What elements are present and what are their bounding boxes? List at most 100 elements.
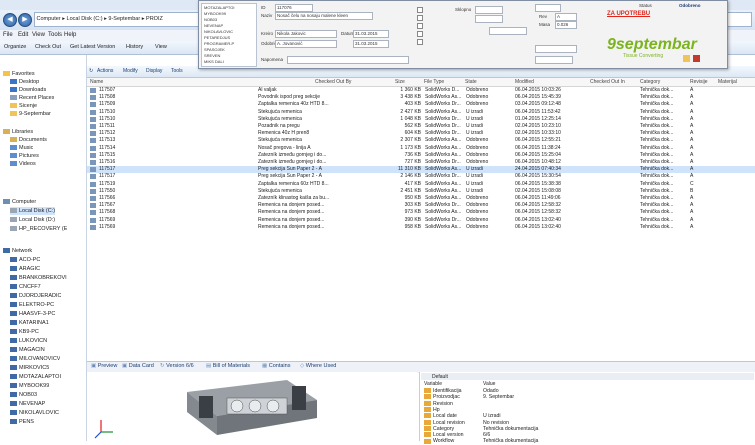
menu-view[interactable]: View [32,31,45,40]
props-tab-default[interactable]: Default [432,374,448,380]
network-computer-item[interactable]: MYBOOK99 [10,382,49,390]
nav-item[interactable]: 9-Septembar [10,110,51,118]
table-row[interactable]: 117569 Remenica na donjem posed... 958 KB S… [87,224,755,231]
menu-edit[interactable]: Edit [18,31,28,40]
col-checked-out-by[interactable]: Checked Out By [315,78,351,86]
network-computer-item[interactable]: CNCFF7 [10,283,41,291]
table-row[interactable]: 117516 Zatezník između gornjeg i do... 727… [87,159,755,166]
network-computer-item[interactable]: BRANKOBREKOVI [10,274,67,282]
menu-tools[interactable]: Tools [48,31,62,40]
kreiro-field[interactable]: Nikola Jakovic [275,30,337,38]
col-name[interactable]: Name [90,78,103,86]
dropdown[interactable] [489,27,527,35]
nav-item[interactable]: Recent Places [10,94,54,102]
table-row[interactable]: 117507 Al valjak 1 360 KB SolidWorks D... Od… [87,87,755,94]
nav-network[interactable]: Network [3,247,32,255]
menu-help[interactable]: Help [64,31,76,40]
nav-libraries[interactable]: Libraries [3,128,33,136]
breadcrumb[interactable]: Computer ▸ Local Disk (C:) ▸ 9-Septembar… [34,12,204,27]
table-row[interactable]: 117510 Štekujuća remenica 1 048 KB SolidWor… [87,116,755,123]
table-row[interactable]: 117567 Remenica na donjem posed... 303 KB S… [87,202,755,209]
get-latest-button[interactable]: Get Latest Version [70,43,115,52]
breadcrumb-item[interactable]: Local Disk (C:) [67,16,103,22]
table-row[interactable]: 117569 Remenica na donjem posed... 390 KB S… [87,217,755,224]
col-revisije[interactable]: Revisije [690,78,708,86]
checkbox[interactable] [417,7,423,13]
breadcrumb-item[interactable]: Computer [37,16,61,22]
network-computer-item[interactable]: MAGACIN [10,346,45,354]
table-row[interactable]: 117568 Remenica na donjem posed... 973 KB S… [87,209,755,216]
tree-item[interactable]: MIKS DALI [204,59,224,65]
col-file-type[interactable]: File Type [424,78,444,86]
table-row[interactable]: 117566 Zatezník klinastog kaiša za bu... 9… [87,195,755,202]
network-computer-item[interactable]: NEVENAP [10,400,45,408]
network-computer-item[interactable]: DJORDJERADIC [10,292,61,300]
col-modified[interactable]: Modified [515,78,534,86]
datum2-field[interactable]: 31.03.2015 [353,40,389,48]
field[interactable] [535,56,573,64]
datum-field[interactable]: 31.03.2015 [353,30,389,38]
network-computer-item[interactable]: NIKOLAVLOVIC [10,409,59,417]
table-row[interactable]: 117517 Preg sekcija Sun Paper 2 - A 11 310… [87,166,755,174]
table-row[interactable]: 117519 Zaptalka remenica 60z HTD 8... 417 … [87,181,755,188]
table-row[interactable]: 117550 Štekujuća remenica 2 451 KB SolidWor… [87,188,755,195]
nav-item[interactable]: Downloads [10,86,46,94]
nav-computer[interactable]: Computer [3,198,36,206]
col-size[interactable]: Size [395,78,405,86]
nav-item[interactable]: Videos [10,160,36,168]
network-computer-item[interactable]: NOB03 [10,391,37,399]
field[interactable] [535,4,561,12]
table-row[interactable]: 117515 Zatezník između gornjeg i do... 736… [87,152,755,159]
nav-item[interactable]: Local Disk (C:) [10,207,56,215]
table-row[interactable]: 117513 Štekujuća remenica 2 307 KB SolidWor… [87,137,755,144]
network-computer-item[interactable]: ELEKTRO-PC [10,301,54,309]
history-button[interactable]: History [126,43,143,52]
odobrio-field[interactable]: A. Jovanović [275,40,337,48]
menu-file[interactable]: File [3,31,13,40]
nav-item[interactable]: Local Disk (D:) [10,216,55,224]
nav-item[interactable]: Sicenje [10,102,37,110]
tools-menu[interactable]: Tools [171,67,183,76]
network-computer-item[interactable]: ACO-PC [10,256,40,264]
network-computer-item[interactable]: KB9-PC [10,328,39,336]
modify-menu[interactable]: Modify [123,67,138,76]
checkbox[interactable] [417,15,423,21]
network-computer-item[interactable]: MOTAZALAPTOI [10,373,61,381]
tab-contains[interactable]: ▦ Contains [262,362,290,371]
masa-field[interactable]: 0.026 [555,21,577,29]
field[interactable] [535,45,577,53]
table-row[interactable]: 117514 Nosač pregova - linija A 1 173 KB So… [87,145,755,152]
tab-where-used[interactable]: ◇ Where Used [300,362,336,371]
napomena-field[interactable] [287,56,409,64]
organize-button[interactable]: Organize [4,43,26,52]
breadcrumb-item[interactable]: 9-Septembar [108,16,140,22]
table-row[interactable]: 117511 Pozadnik na pregu 562 KB SolidWorks … [87,123,755,130]
checkbox[interactable] [417,23,423,29]
display-menu[interactable]: Display [146,67,162,76]
network-computer-item[interactable]: HAASVF-3-PC [10,310,55,318]
col-materijal[interactable]: Materijal [718,78,737,86]
table-row[interactable]: 117512 Remenica 40z H pren8 604 KB SolidWor… [87,130,755,137]
back-button[interactable]: ◀ [3,13,17,27]
col-category[interactable]: Category [640,78,660,86]
col-checked-out-in[interactable]: Checked Out In [590,78,625,86]
tab-version[interactable]: ↻ Version 6/6 [160,362,194,371]
field[interactable] [475,15,503,23]
pdm-refresh-icon[interactable]: ↻ [89,67,93,76]
forward-button[interactable]: ▶ [18,13,32,27]
network-computer-item[interactable]: LUKOVICN [10,337,47,345]
table-row[interactable]: 117510 Štekujuća remenica 2 427 KB SolidWor… [87,109,755,116]
checkbox[interactable] [417,31,423,37]
nav-item[interactable]: Documents [10,136,47,144]
view-button[interactable]: View [155,43,167,52]
table-row[interactable]: 117508 Povodnik ispod preg sekcije 3 438 K… [87,94,755,101]
tab-preview[interactable]: ▣ Preview [91,362,117,371]
network-computer-item[interactable]: KATARINA1 [10,319,49,327]
network-computer-item[interactable]: MIRKOVIC5 [10,364,49,372]
table-row[interactable]: 117517 Preg sekcija Sun Paper 2 - A 2 146 … [87,173,755,180]
breadcrumb-item[interactable]: PROIZ [146,16,163,22]
network-computer-item[interactable]: ARAGIC [10,265,40,273]
tab-bill-of-materials[interactable]: ▤ Bill of Materials [206,362,250,371]
naziv-field[interactable]: Nosač čelu na nosaju malene kleen [275,12,373,20]
nav-item[interactable]: HP_RECOVERY (E [10,225,67,233]
